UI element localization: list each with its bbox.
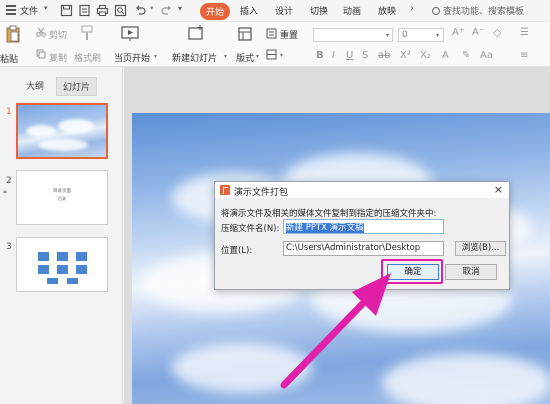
location-field[interactable]: C:\Users\Administrator\Desktop (283, 241, 444, 256)
redo-icon[interactable] (160, 4, 173, 17)
hamburger-icon[interactable] (6, 5, 16, 15)
grow-font-icon[interactable]: A⁺ (452, 27, 464, 38)
slide-number: 2 (6, 176, 12, 186)
export-pdf-icon[interactable] (78, 4, 91, 17)
slide-title: 目录页面 (53, 189, 71, 194)
ribbon: 粘贴 剪切 复制 格式刷 当页开始 ▾ 新建幻灯片 ▾ 版式 ▾ 重置 ▾ ▾ … (0, 22, 550, 67)
highlight-icon[interactable]: ✎ (462, 50, 470, 61)
clear-format-icon[interactable]: ◇ (493, 26, 501, 39)
file-name-field[interactable]: 新建 PPTX 演示文稿 (283, 219, 444, 234)
ok-button-highlight (381, 259, 443, 284)
copy-icon[interactable] (36, 49, 46, 59)
close-icon[interactable]: × (494, 183, 503, 196)
chevron-down-icon[interactable]: ▾ (154, 53, 157, 60)
font-color-icon[interactable]: A (442, 50, 449, 61)
format-painter-button[interactable]: 格式刷 (74, 51, 101, 64)
slide-panel: 大纲 幻灯片 1 2 * 目录页面 目录 3 (0, 67, 123, 404)
paste-button[interactable]: 粘贴 (0, 52, 18, 65)
layout-icon[interactable] (238, 27, 252, 41)
chevron-down-icon[interactable]: ▾ (44, 4, 48, 12)
reset-button[interactable]: 重置 (280, 28, 298, 41)
file-name-value: 新建 PPTX 演示文稿 (286, 223, 364, 233)
file-name-label: 压缩文件名(N): (221, 224, 280, 234)
search-box[interactable]: 查找功能、搜索模板 (432, 4, 524, 17)
file-menu[interactable]: 文件 (20, 4, 38, 17)
align-icon[interactable]: ≡ (520, 50, 528, 61)
section-icon[interactable] (266, 49, 277, 60)
subscript-icon[interactable]: X₂ (420, 50, 431, 61)
reset-icon[interactable] (266, 28, 277, 39)
dialog-title: 演示文件打包 (234, 188, 289, 198)
save-icon[interactable] (60, 4, 73, 17)
tab-animations[interactable]: 动画 (343, 4, 361, 17)
menu-bar: 文件 ▾ ▾ ▾ 开始 插入 设计 切换 动画 放映 › 查找功能、搜索模板 (0, 0, 550, 22)
slide-thumbnail-1[interactable] (16, 103, 108, 159)
format-painter-icon[interactable] (80, 25, 94, 43)
cut-button[interactable]: 剪切 (49, 28, 67, 41)
print-preview-icon[interactable] (114, 4, 127, 17)
package-dialog: 演示文件打包 × 将演示文件及相关的媒体文件复制到指定的压缩文件夹中: 压缩文件… (214, 181, 510, 290)
tab-insert[interactable]: 插入 (240, 4, 258, 17)
tab-slides[interactable]: 幻灯片 (56, 77, 98, 96)
change-case-icon[interactable]: Aa (480, 50, 493, 61)
strikethrough-icon[interactable]: ab (378, 50, 390, 61)
dialog-description: 将演示文件及相关的媒体文件复制到指定的压缩文件夹中: (221, 209, 437, 219)
from-current-button[interactable]: 当页开始 (114, 51, 150, 64)
layout-button[interactable]: 版式 (236, 51, 254, 64)
font-name-select[interactable] (313, 28, 393, 42)
slide-thumbnail-2[interactable]: 目录页面 目录 (16, 170, 108, 225)
print-icon[interactable] (96, 4, 109, 17)
tab-transitions[interactable]: 切换 (310, 4, 328, 17)
location-label: 位置(L): (221, 246, 253, 256)
new-slide-icon[interactable] (187, 25, 205, 43)
chevron-down-icon[interactable]: ▾ (280, 52, 283, 59)
chevron-down-icon[interactable]: ▾ (150, 4, 156, 17)
app-icon (220, 185, 230, 195)
italic-icon[interactable]: I (332, 50, 335, 61)
cancel-button[interactable]: 取消 (445, 264, 497, 280)
search-placeholder: 查找功能、搜索模板 (443, 7, 525, 17)
list-icon[interactable]: ☰ (520, 27, 529, 38)
copy-button[interactable]: 复制 (49, 51, 67, 64)
tab-home[interactable]: 开始 (200, 3, 231, 20)
slide-number: 1 (6, 107, 12, 117)
location-value: C:\Users\Administrator\Desktop (286, 243, 421, 253)
bold-icon[interactable]: B (316, 50, 324, 61)
browse-button[interactable]: 浏览(B)... (455, 241, 506, 256)
search-icon (432, 7, 440, 15)
chevron-down-icon[interactable]: ▾ (436, 32, 439, 39)
scissors-icon[interactable] (36, 27, 46, 37)
shrink-font-icon[interactable]: A⁻ (472, 27, 484, 38)
shadow-icon[interactable]: S (362, 50, 368, 61)
superscript-icon[interactable]: X² (400, 50, 411, 61)
slide-number: 3 (6, 242, 12, 252)
tab-design[interactable]: 设计 (275, 4, 293, 17)
underline-icon[interactable]: U (346, 50, 353, 61)
new-slide-button[interactable]: 新建幻灯片 (172, 51, 217, 64)
more-tabs-button[interactable]: › (410, 3, 414, 14)
play-from-current-icon[interactable] (121, 25, 139, 43)
undo-icon[interactable] (134, 4, 147, 17)
font-size-value: 0 (402, 30, 408, 40)
slide-mark: * (3, 189, 7, 198)
slide-thumbnail-3[interactable] (16, 237, 108, 292)
chevron-down-icon[interactable]: ▾ (386, 32, 389, 39)
chevron-down-icon[interactable]: ▾ (224, 53, 227, 60)
dialog-titlebar[interactable]: 演示文件打包 × (215, 182, 509, 198)
chevron-down-icon[interactable]: ▾ (178, 4, 191, 17)
paste-icon[interactable] (5, 25, 21, 43)
tab-outline[interactable]: 大纲 (26, 79, 44, 92)
chevron-down-icon[interactable]: ▾ (256, 53, 259, 60)
slide-subtitle: 目录 (58, 196, 66, 201)
tab-slideshow[interactable]: 放映 (378, 4, 396, 17)
